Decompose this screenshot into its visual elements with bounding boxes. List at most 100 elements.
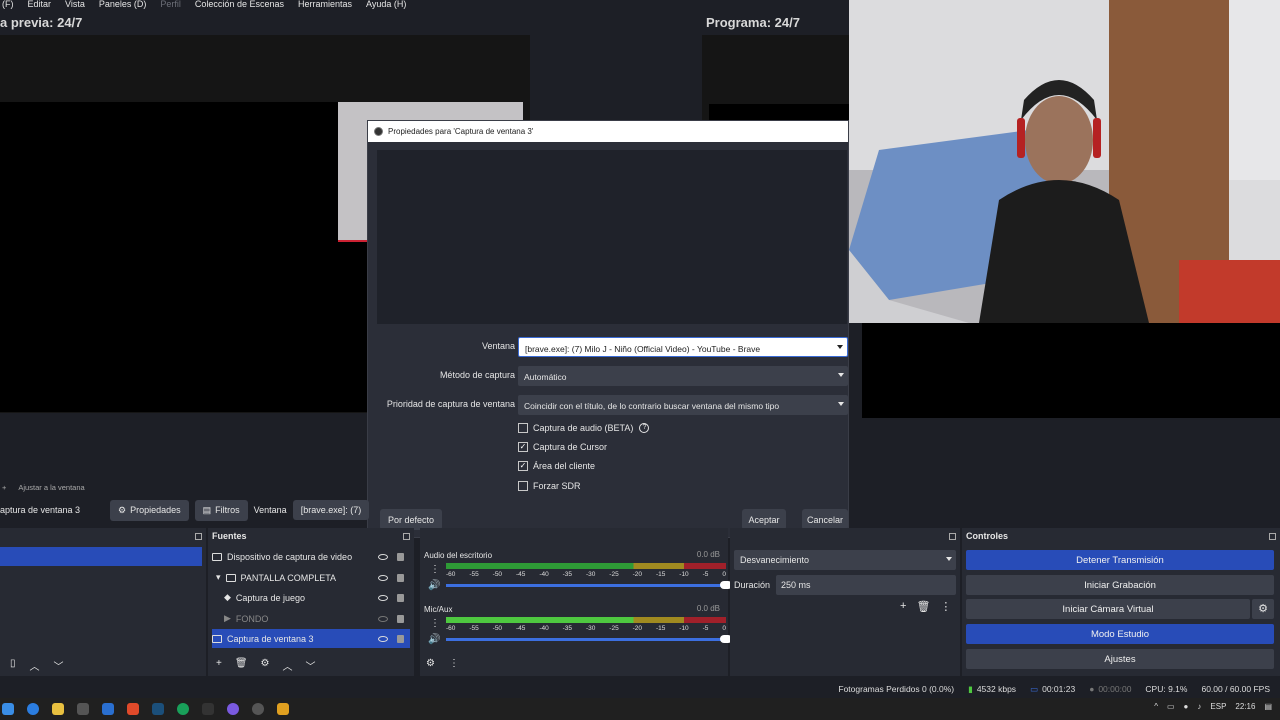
menu-profile[interactable]: Perfil: [160, 0, 181, 11]
lock-icon[interactable]: [397, 614, 404, 623]
notification-icon[interactable]: ▤: [1264, 702, 1272, 711]
move-up-icon[interactable]: ︿: [283, 658, 293, 673]
volume-slider[interactable]: [446, 581, 732, 589]
help-icon[interactable]: ?: [639, 423, 650, 433]
source-item[interactable]: Dispositivo de captura de video: [212, 547, 410, 566]
menu-file[interactable]: (F): [2, 0, 14, 11]
volume-icon[interactable]: ♪: [1197, 702, 1201, 711]
source-group-item[interactable]: ▾ PANTALLA COMPLETA: [212, 568, 410, 587]
scene-item-selected[interactable]: [0, 547, 202, 566]
stop-streaming-button[interactable]: Detener Transmisión: [966, 550, 1274, 570]
duration-spinbox[interactable]: 250 ms: [776, 575, 956, 595]
lock-icon[interactable]: [397, 634, 404, 643]
prioridad-select[interactable]: Coincidir con el título, de lo contrario…: [518, 395, 848, 415]
audio-capture-checkbox[interactable]: Captura de audio (BETA)?: [518, 421, 650, 435]
window-select[interactable]: [brave.exe]: (7): [292, 500, 370, 520]
menu-dots-icon[interactable]: ⋮: [940, 600, 951, 613]
menu-view[interactable]: Vista: [65, 0, 85, 11]
studio-mode-button[interactable]: Modo Estudio: [966, 624, 1274, 644]
settings-button[interactable]: Ajustes: [966, 649, 1274, 669]
defaults-button[interactable]: Por defecto: [380, 509, 442, 530]
mic-icon[interactable]: ●: [1184, 702, 1189, 711]
visibility-icon[interactable]: [378, 594, 388, 601]
lock-icon[interactable]: [397, 552, 404, 561]
advanced-audio-icon[interactable]: ⚙: [426, 658, 435, 669]
lock-icon[interactable]: [397, 593, 404, 602]
accept-button[interactable]: Aceptar: [742, 509, 786, 530]
metodo-select[interactable]: Automático: [518, 366, 848, 386]
windows-start-icon[interactable]: [2, 703, 14, 715]
start-virtual-camera-button[interactable]: Iniciar Cámara Virtual: [966, 599, 1250, 619]
lock-icon[interactable]: [397, 573, 404, 582]
fit-to-window-select[interactable]: Ajustar a la ventana: [18, 483, 84, 492]
visibility-icon[interactable]: [378, 635, 388, 642]
menu-tools[interactable]: Herramientas: [298, 0, 352, 11]
start-recording-button[interactable]: Iniciar Grabación: [966, 575, 1274, 595]
source-item-selected[interactable]: Captura de ventana 3: [212, 629, 410, 648]
menu-edit[interactable]: Editar: [28, 0, 52, 11]
cursor-capture-checkbox[interactable]: ✓ Captura de Cursor: [518, 440, 607, 454]
dialog-titlebar[interactable]: Propiedades para 'Captura de ventana 3': [368, 121, 848, 142]
store-icon[interactable]: [77, 703, 89, 715]
checkbox-box[interactable]: ✓: [518, 442, 528, 452]
add-icon[interactable]: +: [216, 658, 222, 673]
clock[interactable]: 22:16: [1235, 702, 1255, 711]
scene-layout-icon[interactable]: ▯: [10, 658, 16, 673]
speaker-icon[interactable]: 🔊: [428, 634, 440, 645]
cancel-button[interactable]: Cancelar: [802, 509, 848, 530]
edge-icon[interactable]: [27, 703, 39, 715]
chevron-up-icon[interactable]: ^: [1154, 702, 1158, 711]
volume-slider[interactable]: [446, 635, 732, 643]
network-icon[interactable]: ▭: [1167, 702, 1175, 711]
language-indicator[interactable]: ESP: [1210, 702, 1226, 711]
selected-source-name: aptura de ventana 3: [0, 505, 81, 515]
undock-icon[interactable]: [949, 532, 956, 540]
brave-icon[interactable]: [127, 703, 139, 715]
properties-button[interactable]: ⚙ Propiedades: [110, 499, 189, 521]
trash-icon[interactable]: 🗑: [916, 600, 930, 613]
source-item[interactable]: ◆ Captura de juego: [212, 588, 410, 607]
hidden-icon[interactable]: [378, 615, 388, 622]
preview-canvas[interactable]: [0, 102, 370, 412]
speaker-icon[interactable]: 🔊: [428, 580, 440, 591]
app-icon[interactable]: [102, 703, 114, 715]
obs-icon[interactable]: [252, 703, 264, 715]
app-icon[interactable]: [277, 703, 289, 715]
visibility-icon[interactable]: [378, 553, 388, 560]
undock-icon[interactable]: [403, 532, 410, 540]
chevron-down-icon[interactable]: ▾: [216, 572, 221, 583]
client-area-checkbox[interactable]: ✓ Área del cliente: [518, 459, 595, 473]
menu-dots-icon[interactable]: ⋮: [449, 658, 459, 669]
app-icon[interactable]: [177, 703, 189, 715]
menu-scene-collection[interactable]: Colección de Escenas: [195, 0, 284, 11]
source-item[interactable]: ▶ FONDO: [212, 609, 410, 628]
menu-help[interactable]: Ayuda (H): [366, 0, 406, 11]
sources-dock: Fuentes Dispositivo de captura de video …: [208, 528, 414, 676]
move-down-icon[interactable]: ﹀: [54, 658, 64, 673]
file-explorer-icon[interactable]: [52, 703, 64, 715]
trash-icon[interactable]: 🗑: [235, 658, 248, 673]
undock-icon[interactable]: [195, 532, 202, 540]
add-icon[interactable]: +: [900, 600, 906, 613]
move-up-icon[interactable]: ︿: [30, 658, 40, 673]
app-icon[interactable]: [202, 703, 214, 715]
menu-dots-icon[interactable]: ⋮: [430, 618, 440, 629]
checkbox-box[interactable]: ✓: [518, 461, 528, 471]
chevron-down-icon: [838, 402, 844, 406]
filters-button[interactable]: ▤ Filtros: [194, 499, 248, 521]
program-title: Programa: 24/7: [706, 15, 800, 30]
menu-docks[interactable]: Paneles (D): [99, 0, 147, 11]
transition-select[interactable]: Desvanecimiento: [734, 550, 956, 570]
program-right-canvas: [862, 323, 1280, 418]
ventana-select[interactable]: [brave.exe]: (7) Milo J - Niño (Official…: [518, 337, 848, 357]
virtual-camera-settings-gear-icon[interactable]: ⚙: [1252, 599, 1274, 619]
undock-icon[interactable]: [1269, 532, 1276, 540]
move-down-icon[interactable]: ﹀: [306, 658, 316, 673]
steam-icon[interactable]: [152, 703, 164, 715]
visibility-icon[interactable]: [378, 574, 388, 581]
menu-dots-icon[interactable]: ⋮: [430, 564, 440, 575]
add-icon[interactable]: +: [2, 483, 6, 492]
gear-icon[interactable]: ⚙: [261, 658, 270, 673]
chrome-icon[interactable]: [227, 703, 239, 715]
checkbox-box[interactable]: [518, 423, 528, 433]
